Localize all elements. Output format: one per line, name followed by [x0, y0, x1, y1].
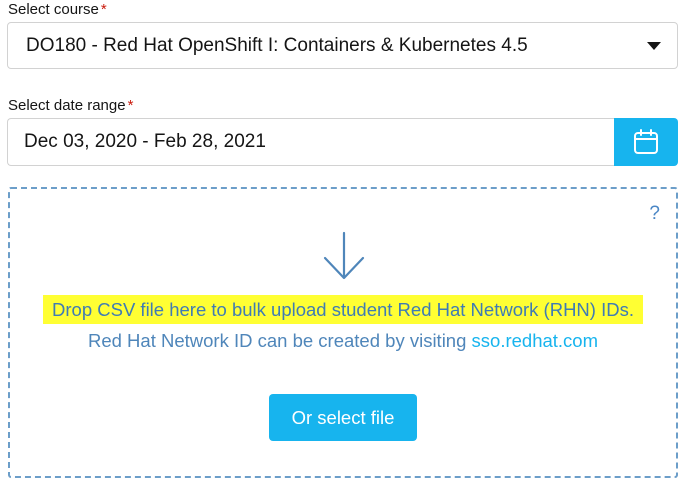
- calendar-button[interactable]: [614, 118, 678, 166]
- rhn-info-text: Red Hat Network ID can be created by vis…: [87, 330, 472, 351]
- drop-instruction-text: Drop CSV file here to bulk upload studen…: [43, 295, 643, 324]
- course-label: Select course *: [8, 1, 107, 18]
- course-select-value: DO180 - Red Hat OpenShift I: Containers …: [26, 34, 528, 56]
- required-asterisk: *: [127, 97, 134, 114]
- csv-dropzone[interactable]: ? Drop CSV file here to bulk upload stud…: [8, 187, 678, 478]
- date-range-input[interactable]: Dec 03, 2020 - Feb 28, 2021: [7, 118, 614, 166]
- course-label-text: Select course: [8, 1, 99, 18]
- rhn-info: Red Hat Network ID can be created by vis…: [10, 330, 676, 352]
- arrow-down-icon: [323, 231, 365, 280]
- drop-instruction: Drop CSV file here to bulk upload studen…: [10, 295, 676, 324]
- date-range-value: Dec 03, 2020 - Feb 28, 2021: [24, 131, 266, 152]
- select-file-button[interactable]: Or select file: [269, 394, 417, 441]
- course-select[interactable]: DO180 - Red Hat OpenShift I: Containers …: [7, 22, 678, 69]
- required-asterisk: *: [100, 1, 107, 18]
- date-range-label: Select date range *: [8, 97, 133, 114]
- date-range-picker: Dec 03, 2020 - Feb 28, 2021: [7, 118, 678, 166]
- caret-down-icon[interactable]: [647, 42, 661, 50]
- sso-link[interactable]: sso.redhat.com: [472, 330, 598, 351]
- date-range-label-text: Select date range: [8, 97, 126, 114]
- calendar-icon: [634, 129, 658, 154]
- help-icon[interactable]: ?: [649, 203, 660, 225]
